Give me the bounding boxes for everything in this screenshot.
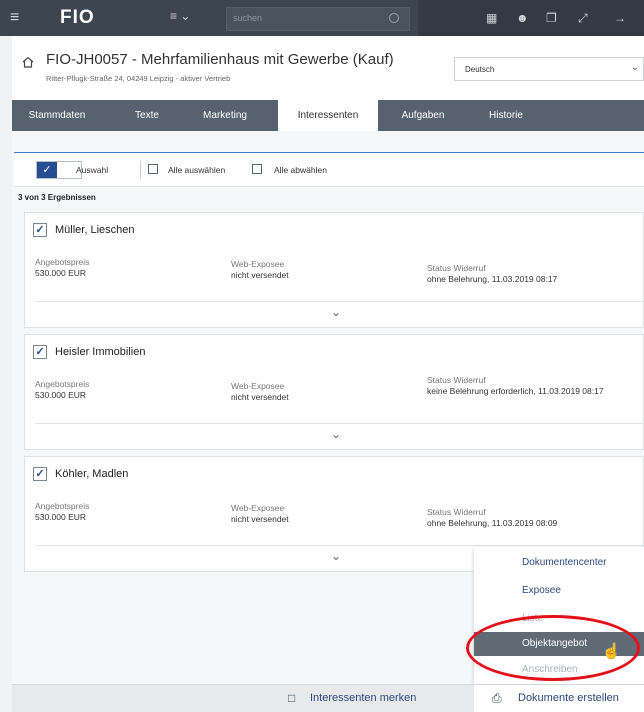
notes-icon[interactable]: ▦ xyxy=(486,11,497,25)
price-label: Angebotspreis xyxy=(35,501,90,511)
status-value: ohne Belehrung, 11.03.2019 08:09 xyxy=(427,518,558,528)
status-label: Status Widerruf xyxy=(427,507,486,517)
divider xyxy=(35,301,644,302)
divider xyxy=(140,161,141,179)
printer-icon: ⎙ xyxy=(492,691,502,705)
price-value: 530.000 EUR xyxy=(35,390,87,400)
home-icon[interactable] xyxy=(22,56,34,68)
tab-aufgaben[interactable]: Aufgaben xyxy=(390,100,456,131)
create-documents-button[interactable]: ⎙ Dokumente erstellen xyxy=(474,685,644,712)
select-all-icon[interactable] xyxy=(148,164,158,174)
tab-marketing[interactable]: Marketing xyxy=(188,100,262,131)
price-value: 530.000 EUR xyxy=(35,268,87,278)
expose-label: Web-Exposee xyxy=(231,259,285,269)
property-header: FIO-JH0057 - Mehrfamilienhaus mit Gewerb… xyxy=(12,36,644,100)
tab-stammdaten[interactable]: Stammdaten xyxy=(12,100,102,131)
expand-chevron-icon[interactable]: ⌄ xyxy=(331,305,341,319)
status-label: Status Widerruf xyxy=(427,263,486,273)
window-icon[interactable]: ❐ xyxy=(546,11,557,25)
chevron-down-icon: ⌄ xyxy=(630,62,639,73)
deselect-all-icon[interactable] xyxy=(252,164,262,174)
list-item: ✓ Heisler Immobilien Angebotspreis 530.0… xyxy=(24,334,644,450)
status-label: Status Widerruf xyxy=(427,375,486,385)
top-bar: ≡ FIO ≡ ⌄ ▦ ☻ ❐ ⤢ → xyxy=(0,0,644,36)
checkmark-icon: ✓ xyxy=(37,162,57,178)
menu-item-exposee[interactable]: Exposee xyxy=(474,579,644,603)
entry-checkbox[interactable]: ✓ xyxy=(33,467,47,481)
contact-name[interactable]: Köhler, Madlen xyxy=(55,468,128,480)
divider xyxy=(35,545,644,546)
selection-bar: ✓ Auswahl Alle auswählen Alle abwählen xyxy=(14,152,644,187)
expose-label: Web-Exposee xyxy=(231,503,285,513)
expose-value: nicht versendet xyxy=(231,270,289,280)
select-all-button[interactable]: Alle auswählen xyxy=(168,165,225,175)
hand-cursor-icon: ☝ xyxy=(602,643,621,660)
bottom-action-bar: □ Interessenten merken ⎙ Dokumente erste… xyxy=(12,684,644,712)
contact-name[interactable]: Müller, Lieschen xyxy=(55,224,135,236)
tab-historie[interactable]: Historie xyxy=(470,100,542,131)
search-box[interactable] xyxy=(226,7,410,31)
expand-chevron-icon[interactable]: ⌄ xyxy=(331,549,341,563)
contact-name[interactable]: Heisler Immobilien xyxy=(55,346,145,358)
deselect-all-button[interactable]: Alle abwählen xyxy=(274,165,327,175)
language-select[interactable]: Deutsch ⌄ xyxy=(454,57,644,81)
tab-interessenten[interactable]: Interessenten xyxy=(278,100,378,131)
bookmark-add-icon: □ xyxy=(288,691,296,705)
expose-value: nicht versendet xyxy=(231,514,289,524)
selection-label: Auswahl xyxy=(76,165,109,175)
divider xyxy=(35,423,644,424)
result-count: 3 von 3 Ergebnissen xyxy=(18,193,96,202)
arrow-icon[interactable]: → xyxy=(614,11,626,25)
entry-checkbox[interactable]: ✓ xyxy=(33,345,47,359)
expand-chevron-icon[interactable]: ⌄ xyxy=(331,427,341,441)
list-item: ✓ Müller, Lieschen Angebotspreis 530.000… xyxy=(24,212,644,328)
expose-value: nicht versendet xyxy=(231,392,289,402)
language-value: Deutsch xyxy=(465,65,495,74)
tab-bar: Stammdaten Texte Marketing Interessenten… xyxy=(12,100,644,131)
remember-prospects-button[interactable]: □ Interessenten merken xyxy=(288,685,468,712)
hamburger-icon[interactable]: ≡ xyxy=(10,10,19,26)
entry-checkbox[interactable]: ✓ xyxy=(33,223,47,237)
status-value: keine Belehrung erforderlich, 11.03.2019… xyxy=(427,386,604,396)
page-subtitle: Ritter-Pflugk-Straße 24, 04249 Leipzig -… xyxy=(46,74,231,83)
tab-texte[interactable]: Texte xyxy=(122,100,172,131)
user-icon[interactable]: ☻ xyxy=(516,11,529,25)
menu-item-dokumentencenter[interactable]: Dokumentencenter xyxy=(474,551,644,575)
price-label: Angebotspreis xyxy=(35,379,90,389)
expose-label: Web-Exposee xyxy=(231,381,285,391)
fio-logo: FIO xyxy=(60,7,95,28)
price-label: Angebotspreis xyxy=(35,257,90,267)
page-title: FIO-JH0057 - Mehrfamilienhaus mit Gewerb… xyxy=(46,51,394,68)
search-input[interactable] xyxy=(233,13,373,23)
price-value: 530.000 EUR xyxy=(35,512,87,522)
status-value: ohne Belehrung, 11.03.2019 08:17 xyxy=(427,274,558,284)
toolbar-icons: ▦ ☻ ❐ ⤢ → xyxy=(418,0,644,36)
expand-icon[interactable]: ⤢ xyxy=(578,11,588,26)
view-switcher[interactable]: ≡ ⌄ xyxy=(170,9,220,29)
search-icon[interactable] xyxy=(389,13,399,23)
